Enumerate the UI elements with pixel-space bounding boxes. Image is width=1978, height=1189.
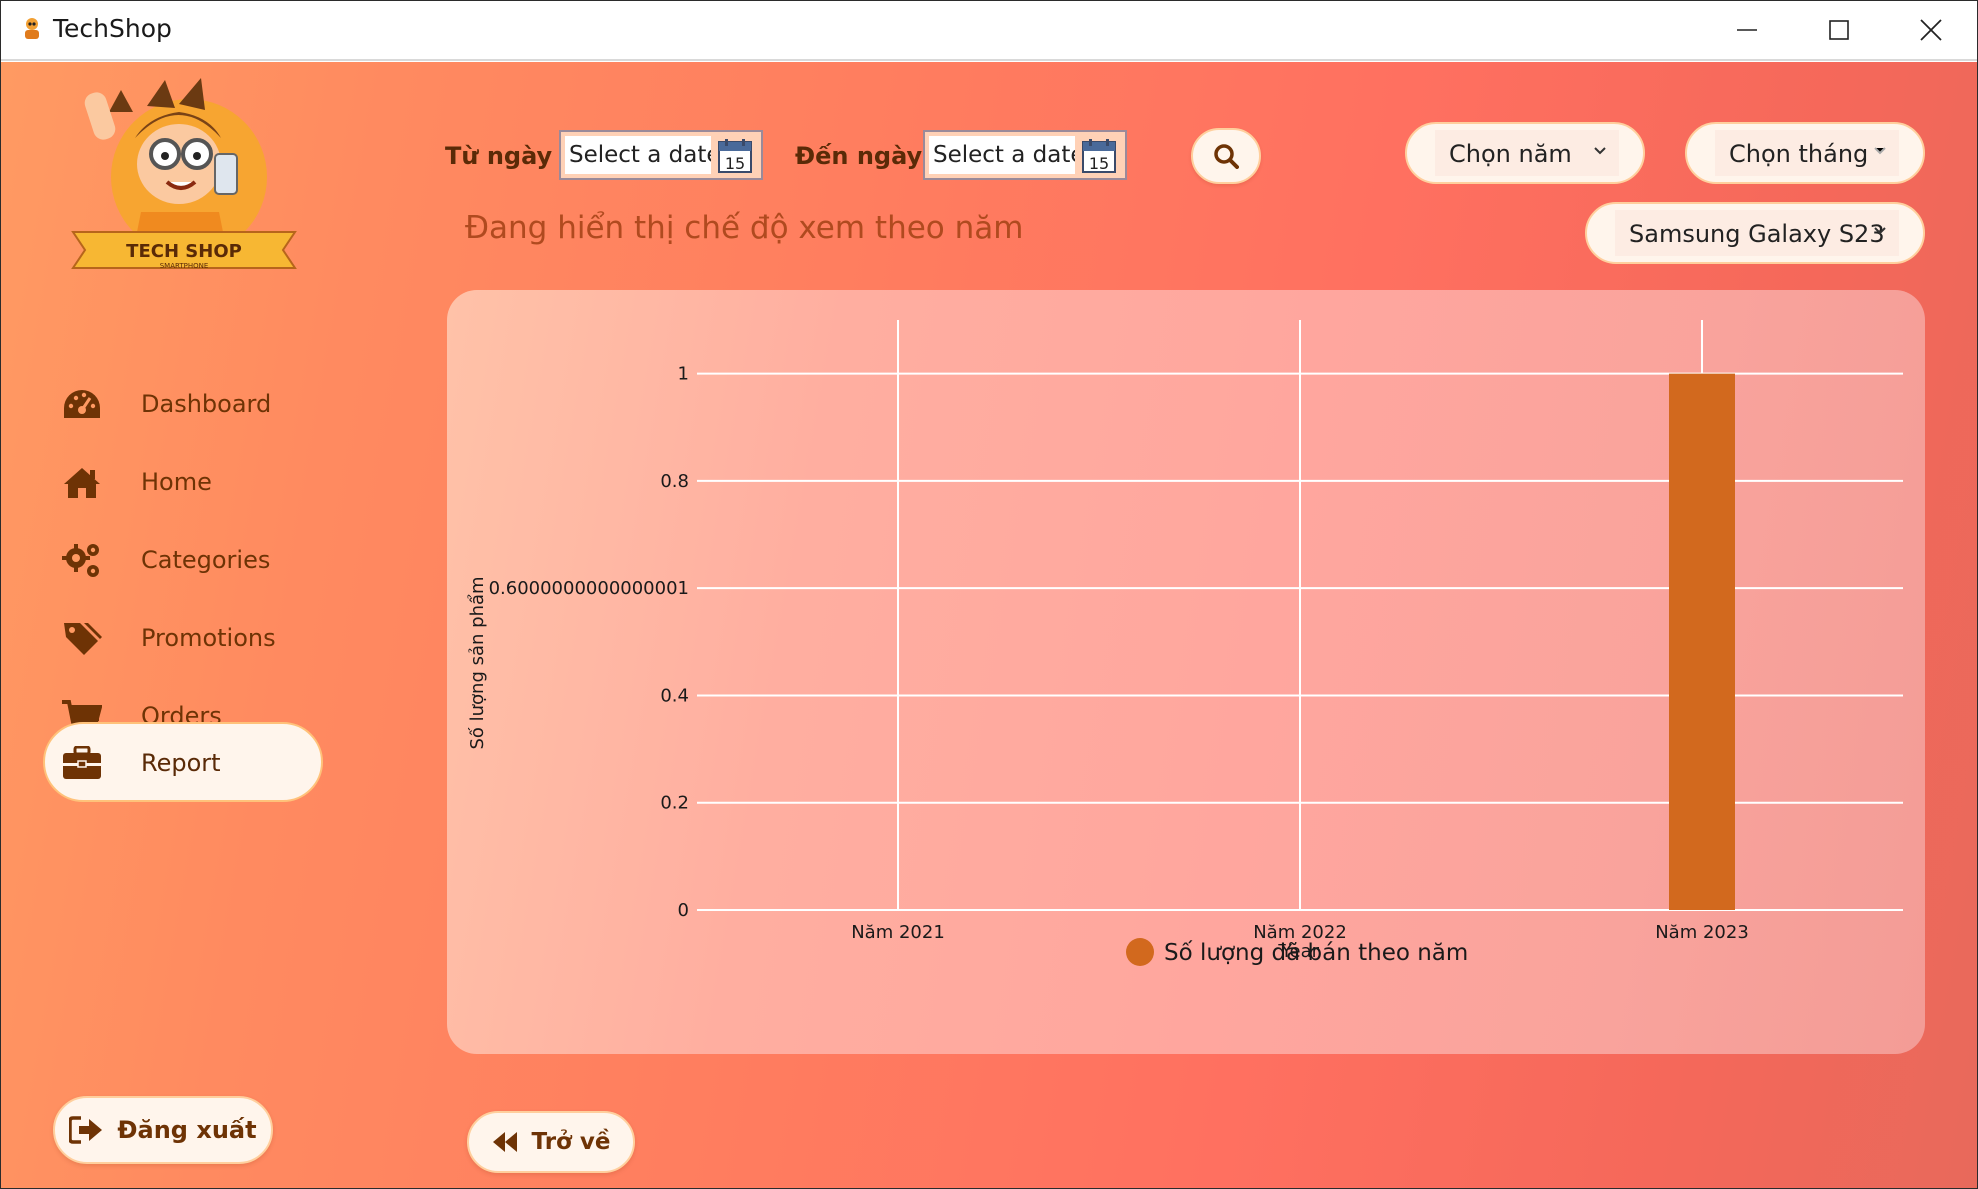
logout-label: Đăng xuất xyxy=(117,1116,257,1144)
window-title: TechShop xyxy=(53,14,172,43)
product-select[interactable]: Samsung Galaxy S23 xyxy=(1585,202,1925,264)
app-icon xyxy=(25,18,39,39)
to-date-input[interactable] xyxy=(929,136,1075,174)
year-select[interactable]: Chọn năm xyxy=(1405,122,1645,184)
maximize-icon xyxy=(1829,20,1849,40)
year-select-value: Chọn năm xyxy=(1449,140,1572,168)
y-tick-label: 0.8 xyxy=(660,471,689,492)
sidebar-item-label: Home xyxy=(141,468,212,496)
sidebar-item-dashboard[interactable]: Dashboard xyxy=(45,368,321,442)
from-date-label: Từ ngày xyxy=(445,142,553,170)
home-icon xyxy=(61,464,103,502)
sidebar-item-label: Dashboard xyxy=(141,390,272,418)
y-tick-label: 1 xyxy=(678,364,689,385)
x-tick-label: Năm 2023 xyxy=(1655,922,1749,943)
chevron-down-icon xyxy=(1594,147,1606,155)
client-area: TECH SHOP SMARTPHONE Dashboard Home Cate… xyxy=(1,62,1977,1188)
chevron-down-icon xyxy=(1874,147,1886,155)
cogs-icon xyxy=(61,542,103,580)
minimize-button[interactable] xyxy=(1701,1,1793,59)
logo-text: TECH SHOP xyxy=(126,241,242,262)
y-tick-label: 0.4 xyxy=(660,685,689,706)
sidebar-item-label: Report xyxy=(141,749,221,777)
from-date-picker[interactable]: 15 xyxy=(559,130,763,180)
view-mode-text: Đang hiển thị chế độ xem theo năm xyxy=(465,210,1024,246)
sidebar-item-report[interactable]: Report xyxy=(43,722,323,802)
legend-swatch xyxy=(1126,938,1154,966)
calendar-day: 15 xyxy=(1089,154,1109,173)
product-select-value: Samsung Galaxy S23 xyxy=(1629,220,1885,248)
dashboard-icon xyxy=(61,386,103,424)
search-button[interactable] xyxy=(1191,128,1261,184)
sidebar-item-categories[interactable]: Categories xyxy=(45,524,321,598)
to-date-label: Đến ngày xyxy=(795,142,923,170)
search-icon xyxy=(1214,144,1239,169)
maximize-button[interactable] xyxy=(1793,1,1885,59)
sidebar-item-promotions[interactable]: Promotions xyxy=(45,602,321,676)
legend-label: Số lượng đã bán theo năm xyxy=(1164,940,1468,966)
tags-icon xyxy=(61,620,103,658)
sidebar-item-label: Promotions xyxy=(141,624,276,652)
to-date-picker[interactable]: 15 xyxy=(923,130,1127,180)
y-tick-label: 0.2 xyxy=(660,793,689,814)
backward-icon xyxy=(492,1132,517,1152)
bar[interactable] xyxy=(1669,373,1735,910)
back-button[interactable]: Trở về xyxy=(467,1111,635,1173)
close-button[interactable] xyxy=(1885,1,1977,59)
sidebar-item-home[interactable]: Home xyxy=(45,446,321,520)
app-window: TechShop TECH SHOP SMARTPHONE Dashboard … xyxy=(0,0,1978,1189)
bar-chart: 0 0.2 0.4 0.6000000000000001 0.8 1 Năm 2021 Năm… xyxy=(467,320,1903,966)
y-tick-label: 0.6000000000000001 xyxy=(489,578,689,599)
month-select[interactable]: Chọn tháng xyxy=(1685,122,1925,184)
chevron-down-icon xyxy=(1874,227,1886,235)
x-tick-label: Năm 2021 xyxy=(851,922,945,943)
logout-button[interactable]: Đăng xuất xyxy=(53,1096,273,1164)
sidebar-item-label: Categories xyxy=(141,546,271,574)
from-date-input[interactable] xyxy=(565,136,711,174)
chart-panel: 0 0.2 0.4 0.6000000000000001 0.8 1 Năm 2021 Năm… xyxy=(447,290,1925,1054)
calendar-icon[interactable]: 15 xyxy=(717,138,753,174)
title-bar: TechShop xyxy=(1,1,1977,61)
sign-out-icon xyxy=(69,1116,103,1144)
calendar-icon[interactable]: 15 xyxy=(1081,138,1117,174)
briefcase-icon xyxy=(61,744,103,782)
logo-subtext: SMARTPHONE xyxy=(160,262,209,270)
techshop-logo: TECH SHOP SMARTPHONE xyxy=(71,78,297,270)
y-tick-label: 0 xyxy=(678,900,689,921)
calendar-day: 15 xyxy=(725,154,745,173)
back-label: Trở về xyxy=(531,1129,611,1155)
y-axis-label: Số lượng sản phẩm xyxy=(467,576,488,749)
month-select-value: Chọn tháng xyxy=(1729,140,1869,168)
minimize-icon xyxy=(1737,29,1757,31)
close-icon xyxy=(1920,19,1942,41)
